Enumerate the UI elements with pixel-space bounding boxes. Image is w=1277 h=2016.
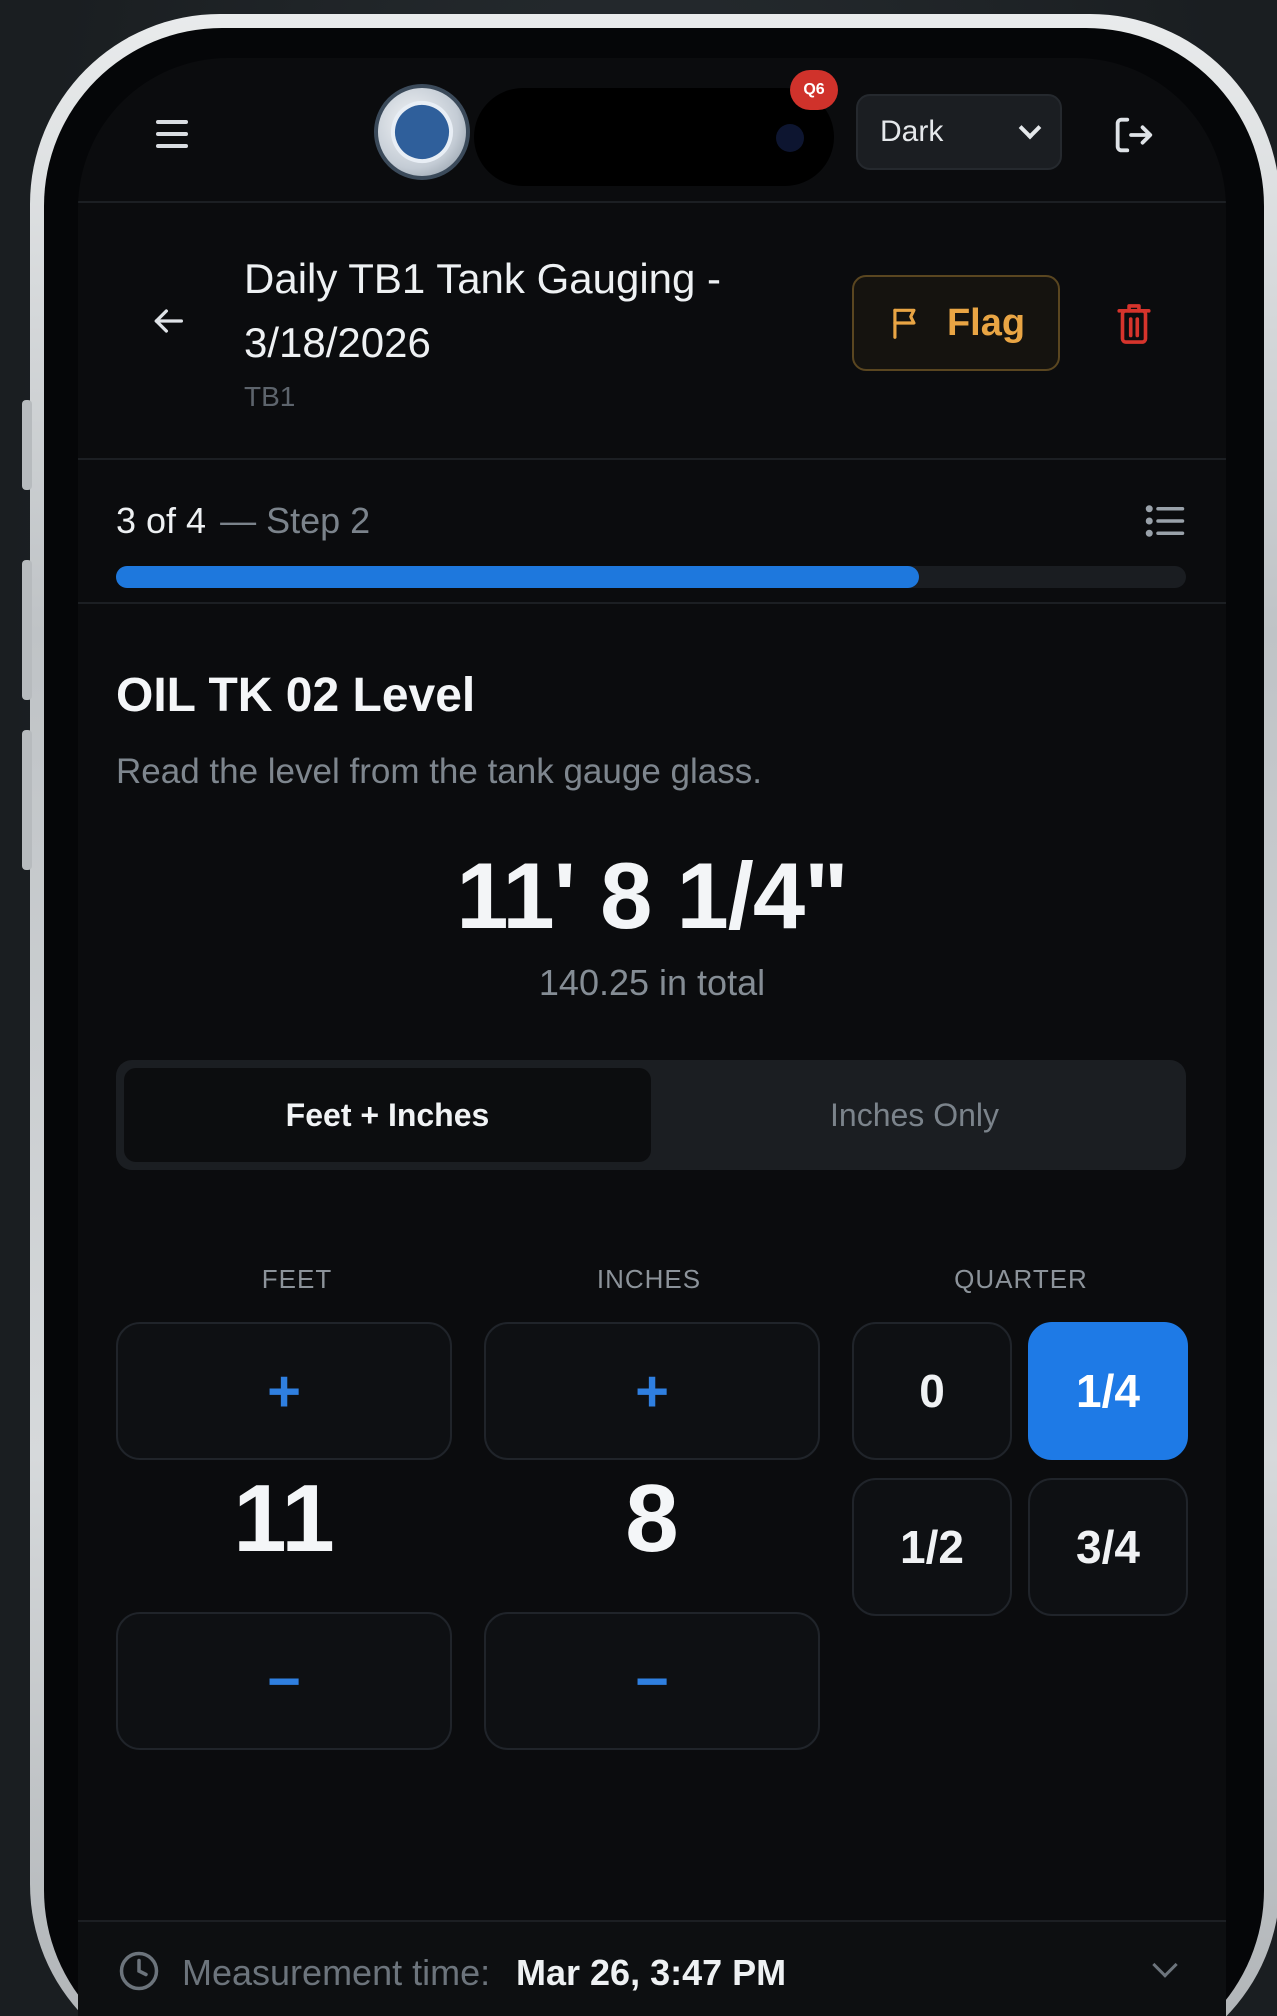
reading-display: 11' 8 1/4" (456, 843, 848, 948)
flag-button[interactable]: Flag (852, 275, 1060, 371)
checklist-header: Daily TB1 Tank Gauging - 3/18/2026 TB1 F… (78, 205, 1226, 460)
side-button (22, 400, 32, 490)
page-title: Daily TB1 Tank Gauging - 3/18/2026 (244, 255, 722, 366)
quarter-option-1-2[interactable]: 1/2 (852, 1478, 1012, 1616)
logo-mark (379, 89, 465, 175)
top-bar: Q6 Dark (78, 58, 1226, 203)
item-title: OIL TK 02 Level (116, 669, 476, 722)
back-arrow-icon[interactable] (148, 301, 188, 341)
side-button (22, 560, 32, 700)
progress-bar (116, 566, 1186, 588)
app-screen: Q6 Dark Daily TB1 Tank Gauging - 3/18/20… (78, 58, 1226, 2016)
mode-feet-inches[interactable]: Feet + Inches (124, 1068, 651, 1162)
unit-mode-toggle: Feet + Inches Inches Only (116, 1060, 1186, 1170)
flag-icon (893, 308, 916, 339)
quarter-option-3-4[interactable]: 3/4 (1028, 1478, 1188, 1616)
inches-label: INCHES (596, 1264, 702, 1294)
item-description: Read the level from the tank gauge glass… (116, 752, 762, 791)
reading-total: 140.25 in total (538, 962, 766, 1003)
inches-increment-button[interactable]: + (484, 1322, 820, 1460)
flag-button-label: Flag (946, 301, 1026, 344)
page-subtitle: TB1 (244, 381, 296, 412)
clock-icon (119, 1951, 159, 1991)
chevron-down-icon (1018, 116, 1042, 140)
quarter-option-0[interactable]: 0 (852, 1322, 1012, 1460)
dynamic-island (474, 88, 834, 186)
progress-bar-fill (116, 566, 919, 588)
mode-inches-only[interactable]: Inches Only (651, 1068, 1178, 1162)
feet-increment-button[interactable]: + (116, 1322, 452, 1460)
inches-value: 8 (625, 1465, 679, 1572)
side-button (22, 730, 32, 870)
progress-label: 3 of 4 — Step 2 (116, 500, 370, 542)
theme-select-value: Dark (880, 115, 944, 148)
menu-icon[interactable] (150, 114, 194, 154)
feet-label: FEET (261, 1264, 333, 1294)
feet-decrement-button[interactable]: − (116, 1612, 452, 1750)
feet-value: 11 (233, 1465, 335, 1572)
progress-step: — Step 2 (220, 500, 371, 541)
camera-dot (776, 124, 804, 152)
chevron-down-icon[interactable] (1152, 1952, 1178, 1978)
device-backdrop: Q6 Dark Daily TB1 Tank Gauging - 3/18/20… (0, 0, 1277, 2016)
list-icon[interactable] (1144, 502, 1186, 540)
quarter-label: QUARTER (954, 1264, 1088, 1294)
notification-badge[interactable]: Q6 (790, 70, 838, 110)
measurement-time-label: Measurement time: (182, 1952, 491, 1993)
measurement-time-value: Mar 26, 3:47 PM (516, 1952, 787, 1993)
logo (374, 84, 470, 180)
logout-icon[interactable] (1110, 112, 1156, 158)
progress-counter: 3 of 4 (116, 500, 207, 541)
trash-icon[interactable] (1114, 301, 1154, 347)
progress-section: 3 of 4 — Step 2 (78, 462, 1226, 604)
measurement-time-bar[interactable]: Measurement time: Mar 26, 3:47 PM (78, 1920, 1226, 2016)
theme-select[interactable]: Dark (856, 94, 1062, 170)
quarter-option-1-4[interactable]: 1/4 (1028, 1322, 1188, 1460)
inches-decrement-button[interactable]: − (484, 1612, 820, 1750)
